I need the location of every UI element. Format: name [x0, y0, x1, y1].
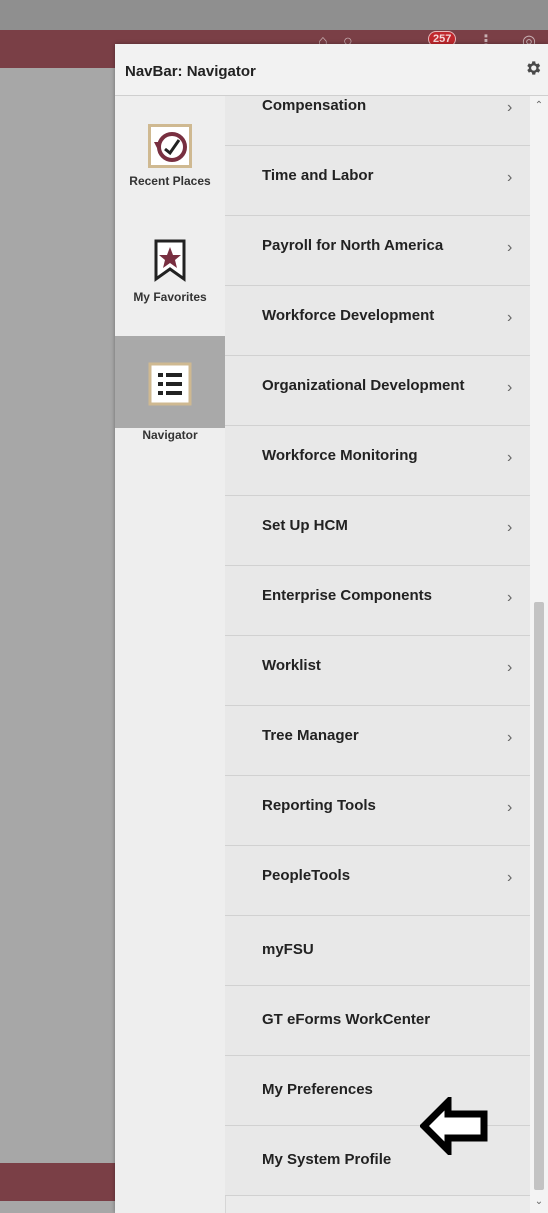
chevron-right-icon: › [507, 449, 513, 466]
menu-item-label: Workforce Development [262, 307, 435, 324]
menu-item-peopletools[interactable]: PeopleTools › [225, 846, 530, 916]
menu-item-workforce-development[interactable]: Workforce Development › [225, 286, 530, 356]
chevron-right-icon: › [507, 99, 513, 116]
menu-item-label: Workforce Monitoring [262, 447, 418, 464]
scroll-down-icon[interactable]: ⌄ [534, 1196, 544, 1207]
menu-item-label: Reporting Tools [262, 797, 376, 814]
menu-item-gt-eforms-workcenter[interactable]: GT eForms WorkCenter [225, 986, 530, 1056]
menu-item-worklist[interactable]: Worklist › [225, 636, 530, 706]
chevron-right-icon: › [507, 169, 513, 186]
menu-item-workforce-monitoring[interactable]: Workforce Monitoring › [225, 426, 530, 496]
menu-item-label: Time and Labor [262, 167, 374, 184]
scrollbar-thumb[interactable] [534, 602, 544, 1190]
menu-item-label: My System Profile [262, 1151, 392, 1168]
menu-item-label: GT eForms WorkCenter [262, 1011, 431, 1028]
menu-item-label: My Preferences [262, 1081, 373, 1098]
recent-places-icon [148, 124, 192, 168]
menu-item-label: Tree Manager [262, 727, 359, 744]
tab-navigator[interactable]: Navigator [115, 336, 225, 442]
tab-recent-places-label: Recent Places [129, 174, 211, 188]
navigator-icon [148, 362, 192, 406]
chevron-right-icon: › [507, 379, 513, 396]
chevron-right-icon: › [507, 519, 513, 536]
menu-item-label: myFSU [262, 941, 314, 958]
menu-item-enterprise-components[interactable]: Enterprise Components › [225, 566, 530, 636]
menu-item-set-up-hcm[interactable]: Set Up HCM › [225, 496, 530, 566]
menu-item-label: Worklist [262, 657, 321, 674]
menu-item-reporting-tools[interactable]: Reporting Tools › [225, 776, 530, 846]
chevron-right-icon: › [507, 239, 513, 256]
tab-my-favorites-label: My Favorites [133, 290, 207, 304]
chevron-right-icon: › [507, 589, 513, 606]
menu-item-payroll[interactable]: Payroll for North America › [225, 216, 530, 286]
chevron-right-icon: › [507, 869, 513, 886]
menu-item-tree-manager[interactable]: Tree Manager › [225, 706, 530, 776]
tab-my-favorites[interactable]: My Favorites [115, 220, 225, 312]
chevron-right-icon: › [507, 659, 513, 676]
menu-item-label: Organizational Development [262, 377, 465, 394]
panel-header: NavBar: Navigator [115, 44, 548, 96]
scrollbar[interactable]: ⌃ ⌄ [530, 96, 548, 1213]
chevron-right-icon: › [507, 729, 513, 746]
tab-recent-places[interactable]: Recent Places [115, 104, 225, 196]
navbar-side-tabs: Recent Places My Favorites Navigator [115, 96, 226, 1213]
scroll-up-icon[interactable]: ⌃ [534, 100, 544, 111]
navbar-panel: NavBar: Navigator Recent Places My Favor… [115, 44, 548, 1213]
navigator-menu-list: Compensation › Time and Labor › Payroll … [225, 96, 530, 1213]
menu-item-organizational-development[interactable]: Organizational Development › [225, 356, 530, 426]
menu-item-compensation[interactable]: Compensation › [225, 96, 530, 146]
panel-title: NavBar: Navigator [125, 63, 256, 80]
menu-item-label: PeopleTools [262, 867, 351, 884]
menu-item-label: Enterprise Components [262, 587, 433, 604]
favorites-icon [154, 239, 186, 282]
pointer-arrow-icon [420, 1097, 488, 1155]
menu-item-label: Compensation [262, 97, 367, 114]
tab-navigator-label: Navigator [142, 428, 198, 442]
browser-top-strip [0, 0, 548, 30]
menu-item-time-and-labor[interactable]: Time and Labor › [225, 146, 530, 216]
menu-item-label: Payroll for North America [262, 237, 444, 254]
menu-item-myfsu[interactable]: myFSU [225, 916, 530, 986]
chevron-right-icon: › [507, 799, 513, 816]
chevron-right-icon: › [507, 309, 513, 326]
gear-icon[interactable] [524, 59, 542, 77]
menu-item-label: Set Up HCM [262, 517, 348, 534]
